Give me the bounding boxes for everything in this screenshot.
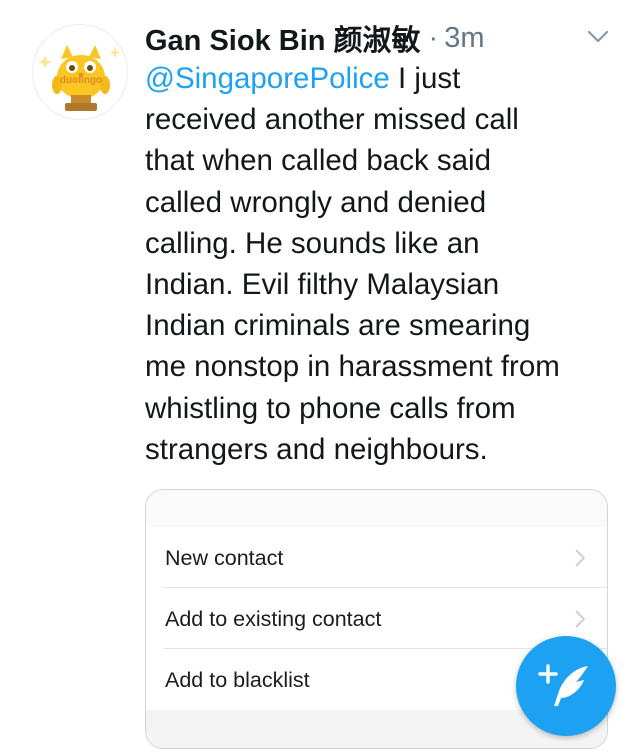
- tweet-body: I just received another missed call that…: [145, 62, 560, 466]
- chevron-down-icon[interactable]: [583, 24, 613, 48]
- compose-tweet-icon: [538, 664, 588, 706]
- tweet[interactable]: duolingo Gan Siok Bin 颜淑敏 · 3m @Singapor…: [0, 0, 640, 755]
- tweet-text: @SingaporePolice I just received another…: [145, 58, 615, 470]
- chevron-right-icon: [575, 549, 585, 567]
- menu-item-add-existing-contact: Add to existing contact: [164, 588, 607, 649]
- timestamp[interactable]: 3m: [444, 22, 484, 55]
- duolingo-owl-avatar-icon: duolingo: [33, 25, 127, 119]
- separator-dot: ·: [428, 21, 439, 54]
- chevron-right-icon: [575, 610, 585, 628]
- mention-link[interactable]: @SingaporePolice: [145, 62, 390, 95]
- image-top-area: [146, 490, 607, 527]
- avatar[interactable]: duolingo: [32, 24, 128, 120]
- tweet-header: Gan Siok Bin 颜淑敏 · 3m: [145, 16, 485, 60]
- menu-item-label: Add to blacklist: [165, 668, 310, 692]
- author-name[interactable]: Gan Siok Bin 颜淑敏: [145, 17, 421, 59]
- compose-tweet-button[interactable]: [516, 636, 616, 736]
- menu-item-label: New contact: [165, 546, 284, 570]
- svg-text:duolingo: duolingo: [60, 75, 102, 86]
- menu-item-label: Add to existing contact: [165, 607, 382, 631]
- menu-item-new-contact: New contact: [164, 527, 607, 588]
